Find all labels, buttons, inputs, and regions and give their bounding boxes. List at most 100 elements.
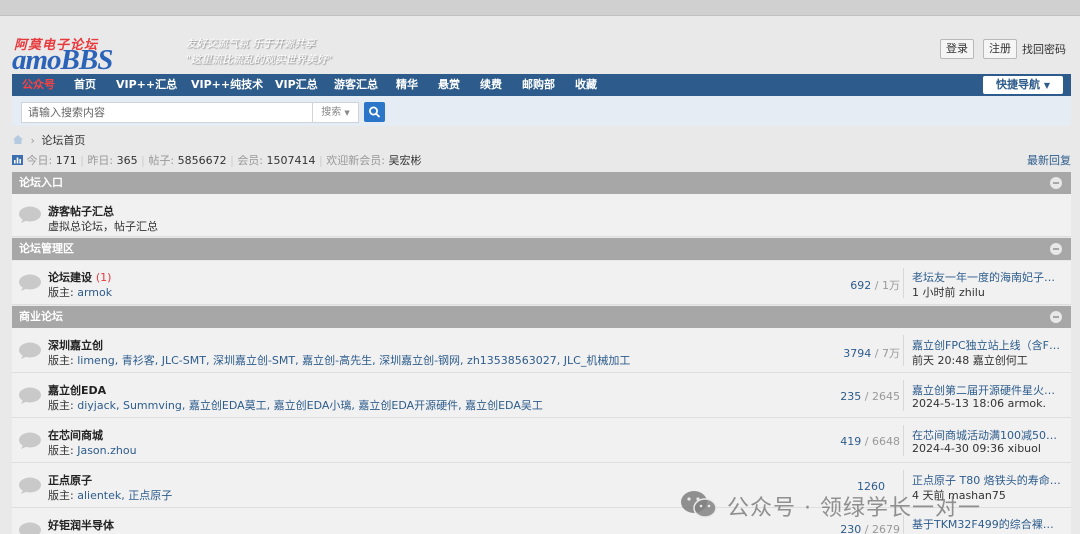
last-post-title[interactable]: 正点原子 T80 烙铁头的寿命设... <box>912 472 1062 487</box>
thread-count: 3794 <box>843 347 872 360</box>
forum-name[interactable]: 深圳嘉立创 <box>48 337 103 353</box>
moderator-list[interactable]: Jason.zhou <box>77 444 136 457</box>
breadcrumb-forum-home[interactable]: 论坛首页 <box>41 134 85 147</box>
stat-welcome-member[interactable]: 吴宏彬 <box>388 154 421 167</box>
last-post-title[interactable]: 嘉立创FPC独立站上线（含FPC... <box>912 337 1062 352</box>
stat-welcome-label: 欢迎新会员: <box>326 154 385 167</box>
forum-counts: 692 / 1万 <box>850 277 900 293</box>
forum-row-jlc-eda[interactable]: 嘉立创EDA 版主: diyjack, Summving, 嘉立创EDA莫工, … <box>12 373 1071 418</box>
section-title: 商业论坛 <box>19 310 63 323</box>
moderators-label: 版主: <box>48 489 74 502</box>
find-password-link[interactable]: 找回密码 <box>1022 41 1066 57</box>
wechat-icon <box>681 491 717 518</box>
forum-bubble-icon <box>19 274 41 291</box>
moderator-list[interactable]: armok <box>77 286 112 299</box>
forum-moderators: 版主: alientek, 正点原子 <box>48 487 172 503</box>
last-post-title[interactable]: 老坛友一年一度的海南妃子笑荔... <box>912 269 1062 284</box>
forum-moderators: 版主: limeng, 青衫客, JLC-SMT, 深圳嘉立创-SMT, 嘉立创… <box>48 352 630 368</box>
forum-row-forum-building[interactable]: 论坛建设 (1) 版主: armok 692 / 1万 老坛友一年一度的海南妃子… <box>12 261 1071 305</box>
login-button[interactable]: 登录 <box>940 39 974 59</box>
forum-row-zaixinjian-mall[interactable]: 在芯间商城 版主: Jason.zhou 419 / 6648 在芯间商城活动满… <box>12 418 1071 463</box>
count-separator: / <box>874 347 882 360</box>
nav-item-favorites[interactable]: 收藏 <box>575 74 597 96</box>
column-divider <box>903 268 904 298</box>
forum-bubble-icon <box>19 387 41 404</box>
section-header-forum-entry[interactable]: 论坛入口 <box>12 172 1071 194</box>
nav-item-guest-summary[interactable]: 游客汇总 <box>334 74 378 96</box>
site-logo[interactable]: 阿莫电子论坛 amoBBS <box>12 34 182 76</box>
search-button[interactable] <box>364 102 385 122</box>
nav-item-home[interactable]: 首页 <box>74 74 96 96</box>
last-post-meta: 前天 20:48 嘉立创何工 <box>912 354 1028 367</box>
nav-item-vip-plus-summary[interactable]: VIP++汇总 <box>116 74 177 96</box>
forum-description: 虚拟总论坛，帖子汇总 <box>48 220 158 233</box>
thread-count: 419 <box>840 435 862 448</box>
stat-members-value: 1507414 <box>266 154 316 167</box>
count-separator: / <box>874 279 882 292</box>
forum-name-link[interactable]: 论坛建设 <box>48 271 92 284</box>
search-icon <box>369 106 380 118</box>
column-divider <box>903 380 904 411</box>
nav-item-renew[interactable]: 续费 <box>480 74 502 96</box>
count-separator: / <box>864 390 872 403</box>
stat-posts-value: 5856672 <box>177 154 227 167</box>
moderators-label: 版主: <box>48 399 74 412</box>
last-post: 嘉立创第二届开源硬件星火会即... 2024-5-13 18:06 armok. <box>912 382 1062 410</box>
section-title: 论坛入口 <box>19 176 63 189</box>
forum-row-guest-posts[interactable]: 游客帖子汇总 虚拟总论坛，帖子汇总 <box>12 194 1071 237</box>
forum-row-jlc-shenzhen[interactable]: 深圳嘉立创 版主: limeng, 青衫客, JLC-SMT, 深圳嘉立创-SM… <box>12 328 1071 373</box>
forum-name[interactable]: 好钜润半导体 <box>48 517 114 533</box>
section-header-forum-admin[interactable]: 论坛管理区 <box>12 238 1071 260</box>
home-icon[interactable] <box>12 134 24 145</box>
stat-divider: | <box>230 154 234 167</box>
nav-item-vip-plus-tech[interactable]: VIP++纯技术 <box>191 74 263 96</box>
logo-english: amoBBS <box>12 44 113 76</box>
forum-counts: 235 / 2645 <box>840 390 900 403</box>
nav-item-bounty[interactable]: 悬赏 <box>438 74 460 96</box>
section-header-commercial[interactable]: 商业论坛 <box>12 306 1071 328</box>
section-title: 论坛管理区 <box>19 242 74 255</box>
forum-name[interactable]: 正点原子 <box>48 472 92 488</box>
quick-nav-label: 快捷导航 <box>996 78 1040 91</box>
stat-divider: | <box>319 154 323 167</box>
nav-item-featured[interactable]: 精华 <box>396 74 418 96</box>
moderator-list[interactable]: diyjack, Summving, 嘉立创EDA莫工, 嘉立创EDA小璃, 嘉… <box>77 399 543 412</box>
forum-name[interactable]: 嘉立创EDA <box>48 382 106 398</box>
search-type-label: 搜索 <box>321 107 342 118</box>
nav-item-vip-summary[interactable]: VIP汇总 <box>275 74 318 96</box>
last-post-meta: 2024-4-30 09:36 xibuol <box>912 442 1041 455</box>
stat-yesterday-value: 365 <box>116 154 138 167</box>
collapse-icon[interactable] <box>1050 243 1062 255</box>
post-count: 7万 <box>882 347 900 360</box>
caret-down-icon: ▼ <box>344 109 350 117</box>
forum-counts: 230 / 2679 <box>840 523 900 534</box>
moderator-list[interactable]: alientek, 正点原子 <box>77 489 172 502</box>
collapse-icon[interactable] <box>1050 177 1062 189</box>
slogan-line-1: 友好交流气氛 乐于开源共享 <box>186 38 316 50</box>
post-count: 2645 <box>872 390 900 403</box>
moderator-list[interactable]: limeng, 青衫客, JLC-SMT, 深圳嘉立创-SMT, 嘉立创-高先生… <box>77 354 630 367</box>
forum-name[interactable]: 在芯间商城 <box>48 427 103 443</box>
forum-name[interactable]: 游客帖子汇总 <box>48 203 114 219</box>
column-divider <box>903 425 904 456</box>
search-bar: 请输入搜索内容 搜索 ▼ <box>12 96 1071 126</box>
latest-reply-link[interactable]: 最新回复 <box>1027 152 1071 168</box>
breadcrumb: › 论坛首页 <box>12 132 85 148</box>
site-slogan: 友好交流气氛 乐于开源共享 "这里流比流乱的观实世界美好" <box>186 36 332 68</box>
last-post: 老坛友一年一度的海南妃子笑荔... 1 小时前 zhilu <box>912 269 1062 300</box>
last-post-title[interactable]: 嘉立创第二届开源硬件星火会即... <box>912 382 1062 397</box>
forum-bubble-icon <box>19 477 41 494</box>
search-input[interactable]: 请输入搜索内容 <box>21 102 313 123</box>
collapse-icon[interactable] <box>1050 311 1062 323</box>
last-post: 在芯间商城活动满100减50元（... 2024-4-30 09:36 xibu… <box>912 427 1062 455</box>
post-count: 2679 <box>872 523 900 534</box>
search-type-select[interactable]: 搜索 ▼ <box>313 102 359 123</box>
nav-item-wechat[interactable]: 公众号 <box>22 74 55 96</box>
nav-item-mail-order[interactable]: 邮购部 <box>522 74 555 96</box>
last-post-title[interactable]: 在芯间商城活动满100减50元（... <box>912 427 1062 442</box>
last-post-meta: 1 小时前 zhilu <box>912 286 985 299</box>
register-button[interactable]: 注册 <box>983 39 1017 59</box>
quick-nav-button[interactable]: 快捷导航 ▼ <box>983 76 1063 94</box>
forum-moderators: 版主: armok <box>48 284 112 300</box>
stat-yesterday-label: 昨日: <box>87 154 114 167</box>
